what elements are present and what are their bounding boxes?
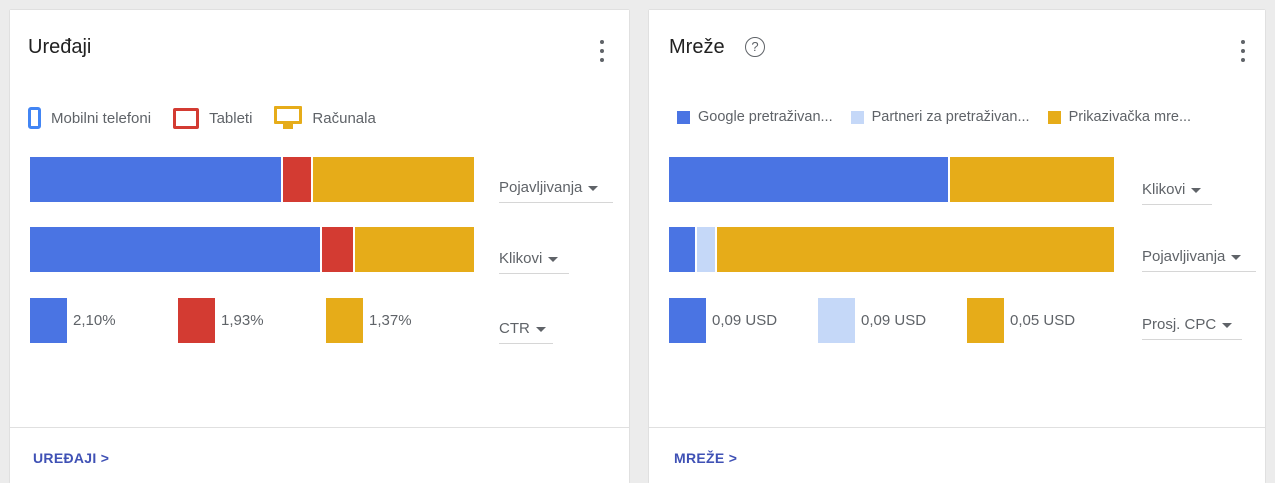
swatch-search-partners — [818, 298, 855, 343]
cpc-value: 0,09 USD — [861, 312, 927, 329]
legend-swatch — [850, 110, 864, 124]
bar-segment-desktop — [311, 157, 474, 202]
bar-segment-desktop — [353, 227, 474, 272]
legend-item-display-network: Prikazivačka mre... — [1047, 109, 1192, 125]
ctr-value: 1,93% — [221, 312, 264, 329]
devices-title: Uređaji — [28, 36, 92, 58]
devices-more-menu-icon[interactable] — [599, 40, 605, 62]
ctr-cell-tablet: 1,93% — [178, 298, 264, 343]
metric-select-label: CTR — [499, 320, 530, 337]
bar-segment-search-partners — [695, 227, 716, 272]
metric-select-label: Pojavljivanja — [1142, 248, 1226, 265]
legend-label: Računala — [312, 109, 376, 127]
bar-segment-google-search — [669, 227, 696, 272]
help-icon[interactable]: ? — [745, 37, 765, 57]
stacked-bar-impressions — [30, 157, 474, 202]
chevron-down-icon — [1191, 187, 1202, 193]
chevron-down-icon — [548, 256, 559, 262]
metric-select-label: Prosj. CPC — [1142, 316, 1217, 333]
metric-select-clicks[interactable]: Klikovi — [1142, 177, 1212, 205]
devices-card: Uređaji Mobilni telefoni Tableti Računal… — [10, 10, 629, 483]
card-divider — [649, 427, 1265, 428]
ctr-value: 1,37% — [369, 312, 412, 329]
legend-item-desktop: Računala — [274, 106, 376, 130]
metric-select-label: Klikovi — [499, 250, 543, 267]
bar-segment-google-search — [669, 157, 949, 202]
metric-select-impressions[interactable]: Pojavljivanja — [499, 175, 613, 203]
legend-item-tablet: Tableti — [173, 107, 253, 129]
swatch-display-network — [967, 298, 1004, 343]
stacked-bar-impressions — [669, 227, 1114, 272]
networks-more-menu-icon[interactable] — [1240, 40, 1246, 62]
networks-card: Mreže ? Google pretraživan... Partneri z… — [649, 10, 1265, 483]
legend-item-mobile: Mobilni telefoni — [28, 107, 151, 129]
metric-select-ctr[interactable]: CTR — [499, 316, 553, 344]
chevron-down-icon — [1222, 322, 1233, 328]
networks-link[interactable]: MREŽE > — [674, 450, 737, 466]
metric-select-impressions[interactable]: Pojavljivanja — [1142, 244, 1256, 272]
cpc-value: 0,09 USD — [712, 312, 778, 329]
desktop-icon — [274, 106, 303, 130]
metric-select-label: Pojavljivanja — [499, 179, 583, 196]
swatch-google-search — [669, 298, 706, 343]
phone-icon — [28, 107, 41, 129]
devices-legend: Mobilni telefoni Tableti Računala — [28, 106, 398, 130]
chevron-down-icon — [1231, 254, 1242, 260]
cpc-cell-search-partners: 0,09 USD — [818, 298, 926, 343]
cpc-cell-display-network: 0,05 USD — [967, 298, 1075, 343]
devices-link[interactable]: UREĐAJI > — [33, 450, 109, 466]
ctr-value: 2,10% — [73, 312, 116, 329]
ctr-cell-mobile: 2,10% — [30, 298, 116, 343]
chevron-down-icon — [588, 185, 599, 191]
tablet-icon — [173, 107, 200, 129]
bar-segment-display-network — [715, 227, 1114, 272]
legend-label: Partneri za pretraživan... — [871, 109, 1030, 125]
bar-segment-mobile — [30, 157, 281, 202]
ctr-cell-desktop: 1,37% — [326, 298, 412, 343]
bar-segment-display-network — [948, 157, 1114, 202]
chevron-down-icon — [535, 326, 546, 332]
swatch-desktop — [326, 298, 363, 343]
metric-select-clicks[interactable]: Klikovi — [499, 246, 569, 274]
cpc-cell-google-search: 0,09 USD — [669, 298, 777, 343]
legend-label: Prikazivačka mre... — [1068, 109, 1192, 125]
bar-segment-mobile — [30, 227, 321, 272]
stacked-bar-clicks — [669, 157, 1114, 202]
legend-label: Tableti — [209, 109, 253, 127]
legend-item-search-partners: Partneri za pretraživan... — [850, 109, 1030, 125]
swatch-tablet — [178, 298, 215, 343]
networks-title: Mreže — [669, 36, 725, 58]
bar-segment-tablet — [320, 227, 354, 272]
metric-select-label: Klikovi — [1142, 181, 1186, 198]
stacked-bar-clicks — [30, 227, 474, 272]
legend-swatch — [677, 110, 690, 124]
cpc-value: 0,05 USD — [1010, 312, 1076, 329]
legend-swatch — [1047, 110, 1061, 124]
metric-select-avg-cpc[interactable]: Prosj. CPC — [1142, 312, 1242, 340]
networks-legend: Google pretraživan... Partneri za pretra… — [677, 109, 1191, 125]
legend-item-google-search: Google pretraživan... — [677, 109, 833, 125]
legend-label: Mobilni telefoni — [51, 109, 152, 127]
card-divider — [10, 427, 629, 428]
swatch-mobile — [30, 298, 67, 343]
legend-label: Google pretraživan... — [698, 109, 833, 125]
bar-segment-tablet — [280, 157, 312, 202]
